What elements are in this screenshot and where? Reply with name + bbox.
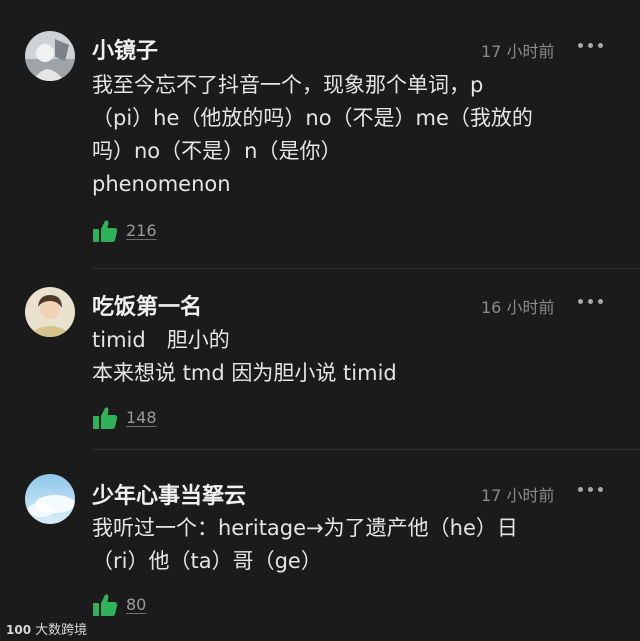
comment-line: timid 胆小的 (92, 328, 230, 352)
comment-line: 我至今忘不了抖音一个，现象那个单词，p (92, 73, 484, 97)
timestamp: 16 小时前 (481, 298, 555, 317)
avatar[interactable] (25, 31, 75, 81)
comment-text: timid 胆小的 本来想说 tmd 因为胆小说 timid (92, 324, 617, 390)
more-horizontal-icon[interactable] (578, 484, 604, 494)
username[interactable]: 吃饭第一名 (92, 289, 202, 321)
comment-line: （pi）he（他放的吗）no（不是）me（我放的 (92, 106, 533, 130)
more-horizontal-icon[interactable] (578, 40, 604, 50)
comment-line: 本来想说 tmd 因为胆小说 timid (92, 361, 397, 385)
watermark-logo: 100 (6, 623, 32, 637)
thumbs-up-icon (93, 220, 118, 242)
avatar[interactable] (25, 474, 75, 524)
thumbs-up-icon (93, 407, 118, 429)
timestamp: 17 小时前 (481, 42, 555, 61)
comment-item: 吃饭第一名 16 小时前 timid 胆小的 本来想说 tmd 因为胆小说 ti… (0, 270, 640, 450)
like-count: 216 (126, 221, 157, 240)
divider (92, 268, 640, 269)
watermark: 100 大数跨境 (6, 619, 88, 638)
username[interactable]: 小镜子 (92, 33, 158, 65)
comment-line: 我听过一个：heritage→为了遗产他（he）日 (92, 516, 518, 540)
comment-text: 我至今忘不了抖音一个，现象那个单词，p （pi）he（他放的吗）no（不是）me… (92, 69, 617, 201)
comment-item: 少年心事当拏云 17 小时前 我听过一个：heritage→为了遗产他（he）日… (0, 450, 640, 641)
thumbs-up-icon (93, 594, 118, 616)
watermark-text: 大数跨境 (35, 623, 88, 638)
avatar[interactable] (25, 287, 75, 337)
comment-item: 小镜子 17 小时前 我至今忘不了抖音一个，现象那个单词，p （pi）he（他放… (0, 0, 640, 270)
more-horizontal-icon[interactable] (578, 296, 604, 306)
like-count: 80 (126, 595, 147, 614)
username[interactable]: 少年心事当拏云 (92, 478, 246, 510)
comment-text: 我听过一个：heritage→为了遗产他（he）日 （ri）他（ta）哥（ge） (92, 512, 617, 578)
timestamp: 17 小时前 (481, 486, 555, 505)
comment-line: 吗）no（不是）n（是你） (92, 139, 342, 163)
comment-line: （ri）他（ta）哥（ge） (92, 549, 322, 573)
like-count: 148 (126, 408, 157, 427)
comment-line: phenomenon (92, 172, 231, 196)
